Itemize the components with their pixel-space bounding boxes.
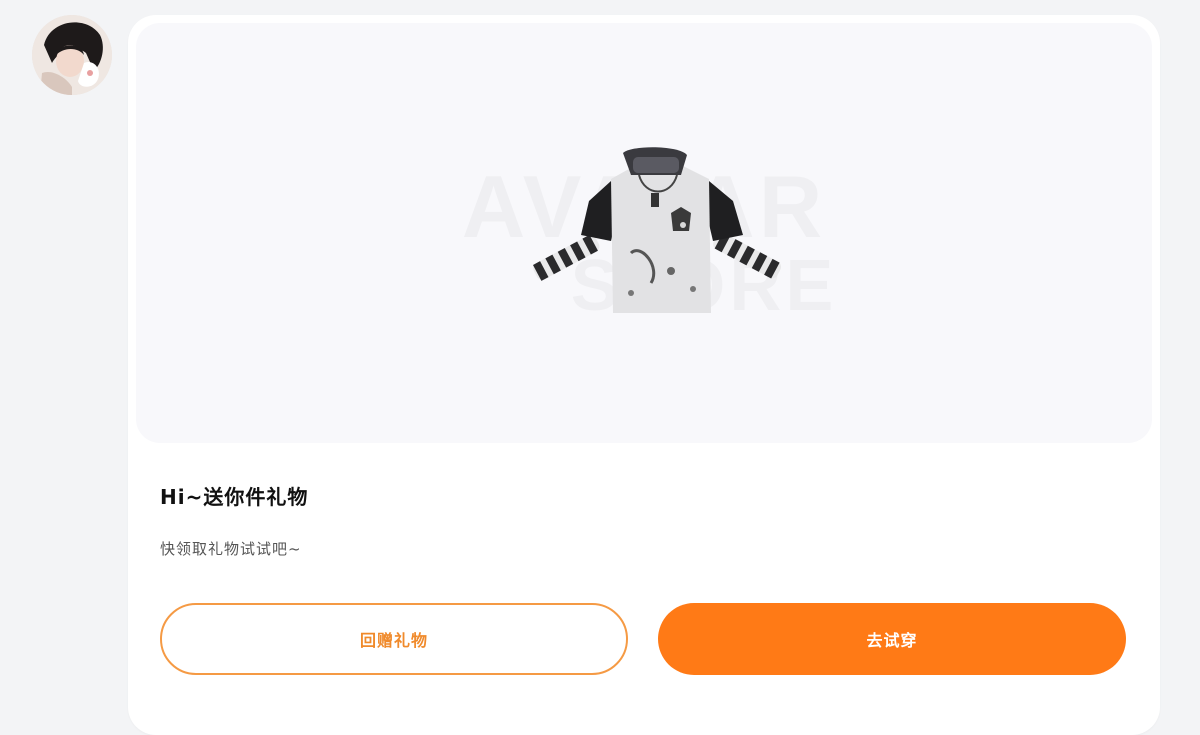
sender-avatar[interactable] (32, 15, 112, 95)
gift-message-card: AVATAR STORE (128, 15, 1160, 735)
gift-outfit-image (532, 147, 782, 313)
return-gift-button[interactable]: 回赠礼物 (160, 603, 628, 675)
message-subtitle: 快领取礼物试试吧~ (160, 540, 302, 558)
avatar-photo (32, 15, 112, 95)
try-on-button[interactable]: 去试穿 (658, 603, 1126, 675)
message-title: Hi~送你件礼物 (160, 485, 309, 509)
gift-preview[interactable]: AVATAR STORE (136, 23, 1152, 443)
